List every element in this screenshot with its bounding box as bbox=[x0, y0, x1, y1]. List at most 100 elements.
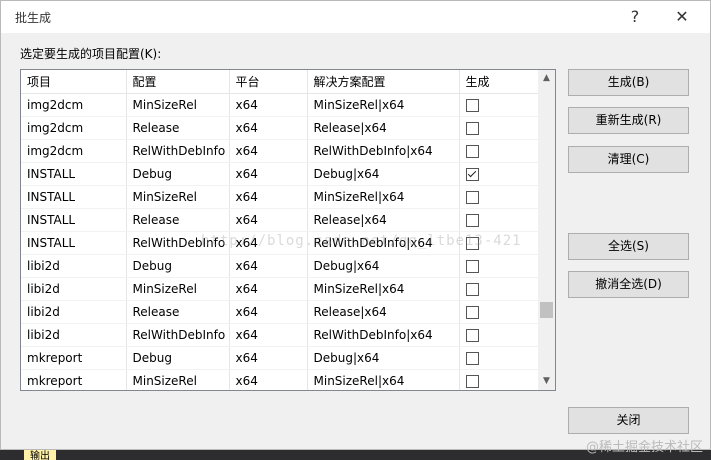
build-checkbox[interactable] bbox=[465, 282, 479, 296]
cell-solution-config: MinSizeRel|x64 bbox=[307, 369, 460, 390]
build-checkbox[interactable] bbox=[465, 98, 479, 112]
build-checkbox[interactable] bbox=[465, 351, 479, 365]
select-configs-label: 选定要生成的项目配置(K): bbox=[20, 47, 162, 61]
cell-project: INSTALL bbox=[21, 162, 127, 186]
cell-project: INSTALL bbox=[21, 208, 127, 232]
cell-platform: x64 bbox=[229, 93, 308, 117]
cell-build bbox=[459, 162, 540, 186]
build-checkbox[interactable] bbox=[465, 328, 479, 342]
table-row[interactable]: mkreport MinSizeRel x64 MinSizeRel|x64 bbox=[21, 369, 540, 390]
cell-solution-config: Release|x64 bbox=[307, 300, 460, 324]
table-row[interactable]: mkreport Debug x64 Debug|x64 bbox=[21, 346, 540, 370]
cell-config: MinSizeRel bbox=[126, 369, 230, 390]
cell-config: Debug bbox=[126, 254, 230, 278]
cell-config: RelWithDebInfo bbox=[126, 323, 230, 347]
build-checkbox[interactable] bbox=[465, 374, 479, 388]
cell-platform: x64 bbox=[229, 139, 308, 163]
cell-platform: x64 bbox=[229, 323, 308, 347]
table-row[interactable]: INSTALL Debug x64 Debug|x64 bbox=[21, 162, 540, 186]
cell-project: mkreport bbox=[21, 369, 127, 390]
batch-build-dialog: 批生成 ? ✕ 选定要生成的项目配置(K): 项目 配置 平台 解决方案配置 生… bbox=[0, 0, 711, 450]
cell-config: RelWithDebInfo bbox=[126, 139, 230, 163]
cell-solution-config: Debug|x64 bbox=[307, 162, 460, 186]
close-button[interactable]: 关闭 bbox=[568, 407, 689, 434]
cell-platform: x64 bbox=[229, 185, 308, 209]
cell-solution-config: Debug|x64 bbox=[307, 254, 460, 278]
project-config-list[interactable]: 项目 配置 平台 解决方案配置 生成 img2dcm MinSizeRel x64 M… bbox=[20, 69, 556, 391]
build-checkbox[interactable] bbox=[465, 259, 479, 273]
build-checkbox[interactable] bbox=[465, 305, 479, 319]
table-row[interactable]: img2dcm RelWithDebInfo x64 RelWithDebInfo|x… bbox=[21, 139, 540, 163]
cell-project: img2dcm bbox=[21, 116, 127, 140]
cell-project: img2dcm bbox=[21, 93, 127, 117]
cell-build bbox=[459, 254, 540, 278]
cell-platform: x64 bbox=[229, 231, 308, 255]
cell-project: libi2d bbox=[21, 323, 127, 347]
column-header-config[interactable]: 配置 bbox=[126, 70, 230, 94]
select-all-button[interactable]: 全选(S) bbox=[568, 233, 689, 260]
cell-config: MinSizeRel bbox=[126, 277, 230, 301]
column-header-build[interactable]: 生成 bbox=[459, 70, 540, 94]
cell-platform: x64 bbox=[229, 300, 308, 324]
build-checkbox[interactable] bbox=[465, 144, 479, 158]
cell-project: INSTALL bbox=[21, 185, 127, 209]
scroll-down-icon[interactable]: ▼ bbox=[538, 373, 555, 390]
scrollbar-thumb[interactable] bbox=[540, 302, 553, 318]
table-row[interactable]: INSTALL RelWithDebInfo x64 RelWithDebInfo|x… bbox=[21, 231, 540, 255]
cell-config: Release bbox=[126, 300, 230, 324]
cell-config: Debug bbox=[126, 346, 230, 370]
column-header-project[interactable]: 项目 bbox=[21, 70, 127, 94]
scroll-up-icon[interactable]: ▲ bbox=[538, 70, 555, 87]
cell-solution-config: Release|x64 bbox=[307, 208, 460, 232]
cell-build bbox=[459, 116, 540, 140]
dialog-title: 批生成 bbox=[15, 11, 52, 25]
help-button[interactable]: ? bbox=[621, 5, 649, 29]
build-checkbox[interactable] bbox=[465, 213, 479, 227]
cell-solution-config: MinSizeRel|x64 bbox=[307, 185, 460, 209]
cell-platform: x64 bbox=[229, 208, 308, 232]
cell-build bbox=[459, 323, 540, 347]
column-header-platform[interactable]: 平台 bbox=[229, 70, 308, 94]
build-checkbox[interactable] bbox=[465, 236, 479, 250]
cell-platform: x64 bbox=[229, 162, 308, 186]
cell-solution-config: MinSizeRel|x64 bbox=[307, 93, 460, 117]
clean-button[interactable]: 清理(C) bbox=[568, 146, 689, 173]
cell-config: RelWithDebInfo bbox=[126, 231, 230, 255]
cell-build bbox=[459, 277, 540, 301]
cell-config: Release bbox=[126, 116, 230, 140]
cell-config: MinSizeRel bbox=[126, 185, 230, 209]
cell-build bbox=[459, 231, 540, 255]
config-table: 项目 配置 平台 解决方案配置 生成 img2dcm MinSizeRel x64 M… bbox=[21, 70, 540, 390]
deselect-all-button[interactable]: 撤消全选(D) bbox=[568, 271, 689, 298]
table-row[interactable]: libi2d Release x64 Release|x64 bbox=[21, 300, 540, 324]
credit-watermark: @稀土掘金技术社区 bbox=[585, 440, 703, 455]
table-row[interactable]: img2dcm Release x64 Release|x64 bbox=[21, 116, 540, 140]
cell-solution-config: RelWithDebInfo|x64 bbox=[307, 139, 460, 163]
table-row[interactable]: libi2d MinSizeRel x64 MinSizeRel|x64 bbox=[21, 277, 540, 301]
close-icon[interactable]: ✕ bbox=[668, 5, 696, 29]
cell-build bbox=[459, 369, 540, 390]
build-checkbox[interactable] bbox=[465, 190, 479, 204]
cell-platform: x64 bbox=[229, 277, 308, 301]
cell-build bbox=[459, 185, 540, 209]
cell-project: mkreport bbox=[21, 346, 127, 370]
title-bar: 批生成 ? ✕ bbox=[1, 1, 710, 33]
table-row[interactable]: libi2d Debug x64 Debug|x64 bbox=[21, 254, 540, 278]
cell-solution-config: MinSizeRel|x64 bbox=[307, 277, 460, 301]
output-tab[interactable]: 输出 bbox=[24, 450, 56, 460]
column-header-solution-config[interactable]: 解决方案配置 bbox=[307, 70, 460, 94]
build-button[interactable]: 生成(B) bbox=[568, 69, 689, 96]
table-row[interactable]: libi2d RelWithDebInfo x64 RelWithDebInfo|x6… bbox=[21, 323, 540, 347]
table-body: img2dcm MinSizeRel x64 MinSizeRel|x64 img2dc… bbox=[21, 93, 540, 390]
table-row[interactable]: INSTALL Release x64 Release|x64 bbox=[21, 208, 540, 232]
build-checkbox[interactable] bbox=[465, 121, 479, 135]
vertical-scrollbar[interactable]: ▲ ▼ bbox=[538, 70, 555, 390]
build-checkbox[interactable] bbox=[465, 167, 479, 181]
rebuild-button[interactable]: 重新生成(R) bbox=[568, 107, 689, 134]
cell-build bbox=[459, 139, 540, 163]
cell-platform: x64 bbox=[229, 369, 308, 390]
table-row[interactable]: INSTALL MinSizeRel x64 MinSizeRel|x64 bbox=[21, 185, 540, 209]
table-row[interactable]: img2dcm MinSizeRel x64 MinSizeRel|x64 bbox=[21, 93, 540, 117]
table-header-row: 项目 配置 平台 解决方案配置 生成 bbox=[21, 70, 540, 94]
cell-build bbox=[459, 208, 540, 232]
